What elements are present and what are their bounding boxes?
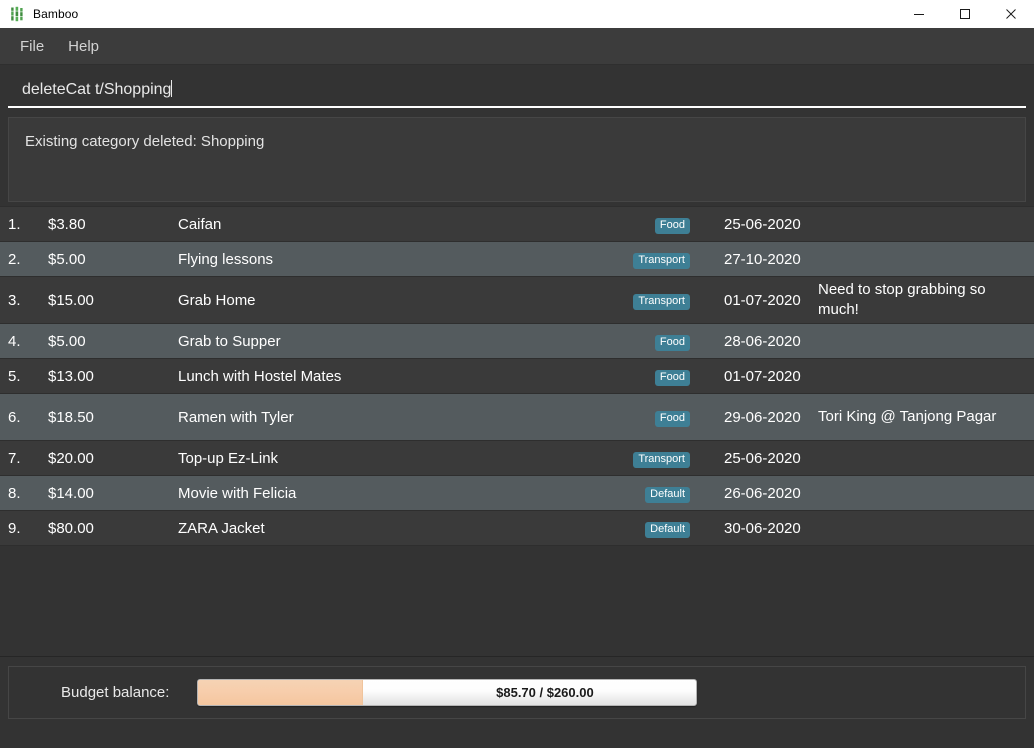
expense-category-cell: Default: [576, 519, 696, 538]
expense-date: 25-06-2020: [724, 449, 801, 467]
category-tag: Default: [645, 486, 690, 503]
expense-category-cell: Default: [576, 484, 696, 503]
maximize-icon: [960, 8, 970, 19]
minimize-icon: [914, 13, 924, 15]
expense-name: Lunch with Hostel Mates: [178, 367, 342, 385]
expense-date: 25-06-2020: [724, 215, 801, 233]
expense-name: Ramen with Tyler: [178, 408, 294, 426]
expense-name: ZARA Jacket: [178, 519, 265, 537]
expense-name: Grab Home: [178, 291, 256, 309]
expense-index: 7.: [8, 449, 21, 467]
expense-name: Top-up Ez-Link: [178, 449, 279, 467]
expense-category-cell: Food: [576, 215, 696, 234]
expense-date: 30-06-2020: [724, 519, 801, 537]
expense-amount: $13.00: [48, 367, 94, 385]
close-icon: [1006, 8, 1016, 19]
expense-date: 26-06-2020: [724, 484, 801, 502]
expense-category-cell: Transport: [576, 291, 696, 310]
budget-progress-bar: $85.70 / $260.00: [197, 679, 698, 706]
expense-date: 27-10-2020: [724, 250, 801, 268]
minimize-button[interactable]: [896, 0, 942, 28]
table-row[interactable]: 3. $15.00 Grab Home Transport 01-07-2020 Need…: [0, 277, 1034, 324]
table-row[interactable]: 8. $14.00 Movie with Felicia Default 26-06-2…: [0, 476, 1034, 511]
category-tag: Food: [654, 217, 690, 234]
maximize-button[interactable]: [942, 0, 988, 28]
expense-note: Need to stop grabbing so much!: [818, 281, 986, 318]
table-row[interactable]: 7. $20.00 Top-up Ez-Link Transport 25-06-202…: [0, 441, 1034, 476]
expense-amount: $3.80: [48, 215, 86, 233]
expense-index: 1.: [8, 215, 21, 233]
expense-amount: $15.00: [48, 291, 94, 309]
expense-name: Movie with Felicia: [178, 484, 297, 502]
bamboo-icon: [11, 6, 23, 21]
budget-label: Budget balance:: [61, 684, 170, 701]
expense-name: Grab to Supper: [178, 332, 281, 350]
budget-progress-text: $85.70 / $260.00: [496, 685, 594, 700]
category-tag: Food: [654, 410, 690, 427]
expense-category-cell: Transport: [576, 250, 696, 269]
expense-category-cell: Food: [576, 408, 696, 427]
table-row[interactable]: 6. $18.50 Ramen with Tyler Food 29-06-2020 To…: [0, 394, 1034, 441]
expense-category-cell: Transport: [576, 449, 696, 468]
text-caret: [171, 80, 173, 97]
table-row[interactable]: 9. $80.00 ZARA Jacket Default 30-06-2020: [0, 511, 1034, 546]
menu-item-help[interactable]: Help: [56, 34, 111, 59]
expense-index: 4.: [8, 332, 21, 350]
expense-date: 01-07-2020: [724, 367, 801, 385]
expense-name: Caifan: [178, 215, 222, 233]
footer: Budget balance: $85.70 / $260.00: [0, 656, 1034, 727]
expense-index: 9.: [8, 519, 21, 537]
expense-index: 3.: [8, 291, 21, 309]
expense-date: 01-07-2020: [724, 291, 801, 309]
expense-category-cell: Food: [576, 332, 696, 351]
expense-amount: $20.00: [48, 449, 94, 467]
category-tag: Transport: [633, 252, 690, 269]
expense-amount: $14.00: [48, 484, 94, 502]
table-row[interactable]: 2. $5.00 Flying lessons Transport 27-10-2020: [0, 242, 1034, 277]
result-display-area: Existing category deleted: Shopping: [0, 110, 1034, 206]
expense-amount: $18.50: [48, 408, 94, 426]
category-tag: Food: [654, 369, 690, 386]
expense-list[interactable]: 1. $3.80 Caifan Food 25-06-2020 2. $5.00 Flying…: [0, 206, 1034, 656]
expense-index: 5.: [8, 367, 21, 385]
expense-index: 8.: [8, 484, 21, 502]
window-title: Bamboo: [33, 6, 79, 21]
category-tag: Food: [654, 334, 690, 351]
table-row[interactable]: 5. $13.00 Lunch with Hostel Mates Food 01-07…: [0, 359, 1034, 394]
category-tag: Default: [645, 521, 690, 538]
category-tag: Transport: [633, 293, 690, 310]
expense-category-cell: Food: [576, 367, 696, 386]
result-message: Existing category deleted: Shopping: [25, 133, 265, 150]
expense-amount: $5.00: [48, 332, 86, 350]
expense-name: Flying lessons: [178, 250, 274, 268]
expense-note: Tori King @ Tanjong Pagar: [818, 408, 997, 426]
budget-panel: Budget balance: $85.70 / $260.00: [8, 666, 1026, 719]
expense-date: 29-06-2020: [724, 408, 801, 426]
result-display-box: Existing category deleted: Shopping: [8, 117, 1026, 202]
expense-amount: $80.00: [48, 519, 94, 537]
command-input-value: deleteCat t/Shopping: [22, 81, 172, 98]
table-row[interactable]: 1. $3.80 Caifan Food 25-06-2020: [0, 207, 1034, 242]
menu-bar: File Help: [0, 28, 1034, 65]
command-area: deleteCat t/Shopping: [0, 65, 1034, 110]
title-bar: Bamboo: [0, 0, 1034, 28]
expense-amount: $5.00: [48, 250, 86, 268]
command-input[interactable]: deleteCat t/Shopping: [8, 77, 1026, 108]
menu-item-file[interactable]: File: [8, 34, 56, 59]
expense-index: 6.: [8, 408, 21, 426]
expense-date: 28-06-2020: [724, 332, 801, 350]
category-tag: Transport: [633, 451, 690, 468]
close-button[interactable]: [988, 0, 1034, 28]
expense-index: 2.: [8, 250, 21, 268]
table-row[interactable]: 4. $5.00 Grab to Supper Food 28-06-2020: [0, 324, 1034, 359]
